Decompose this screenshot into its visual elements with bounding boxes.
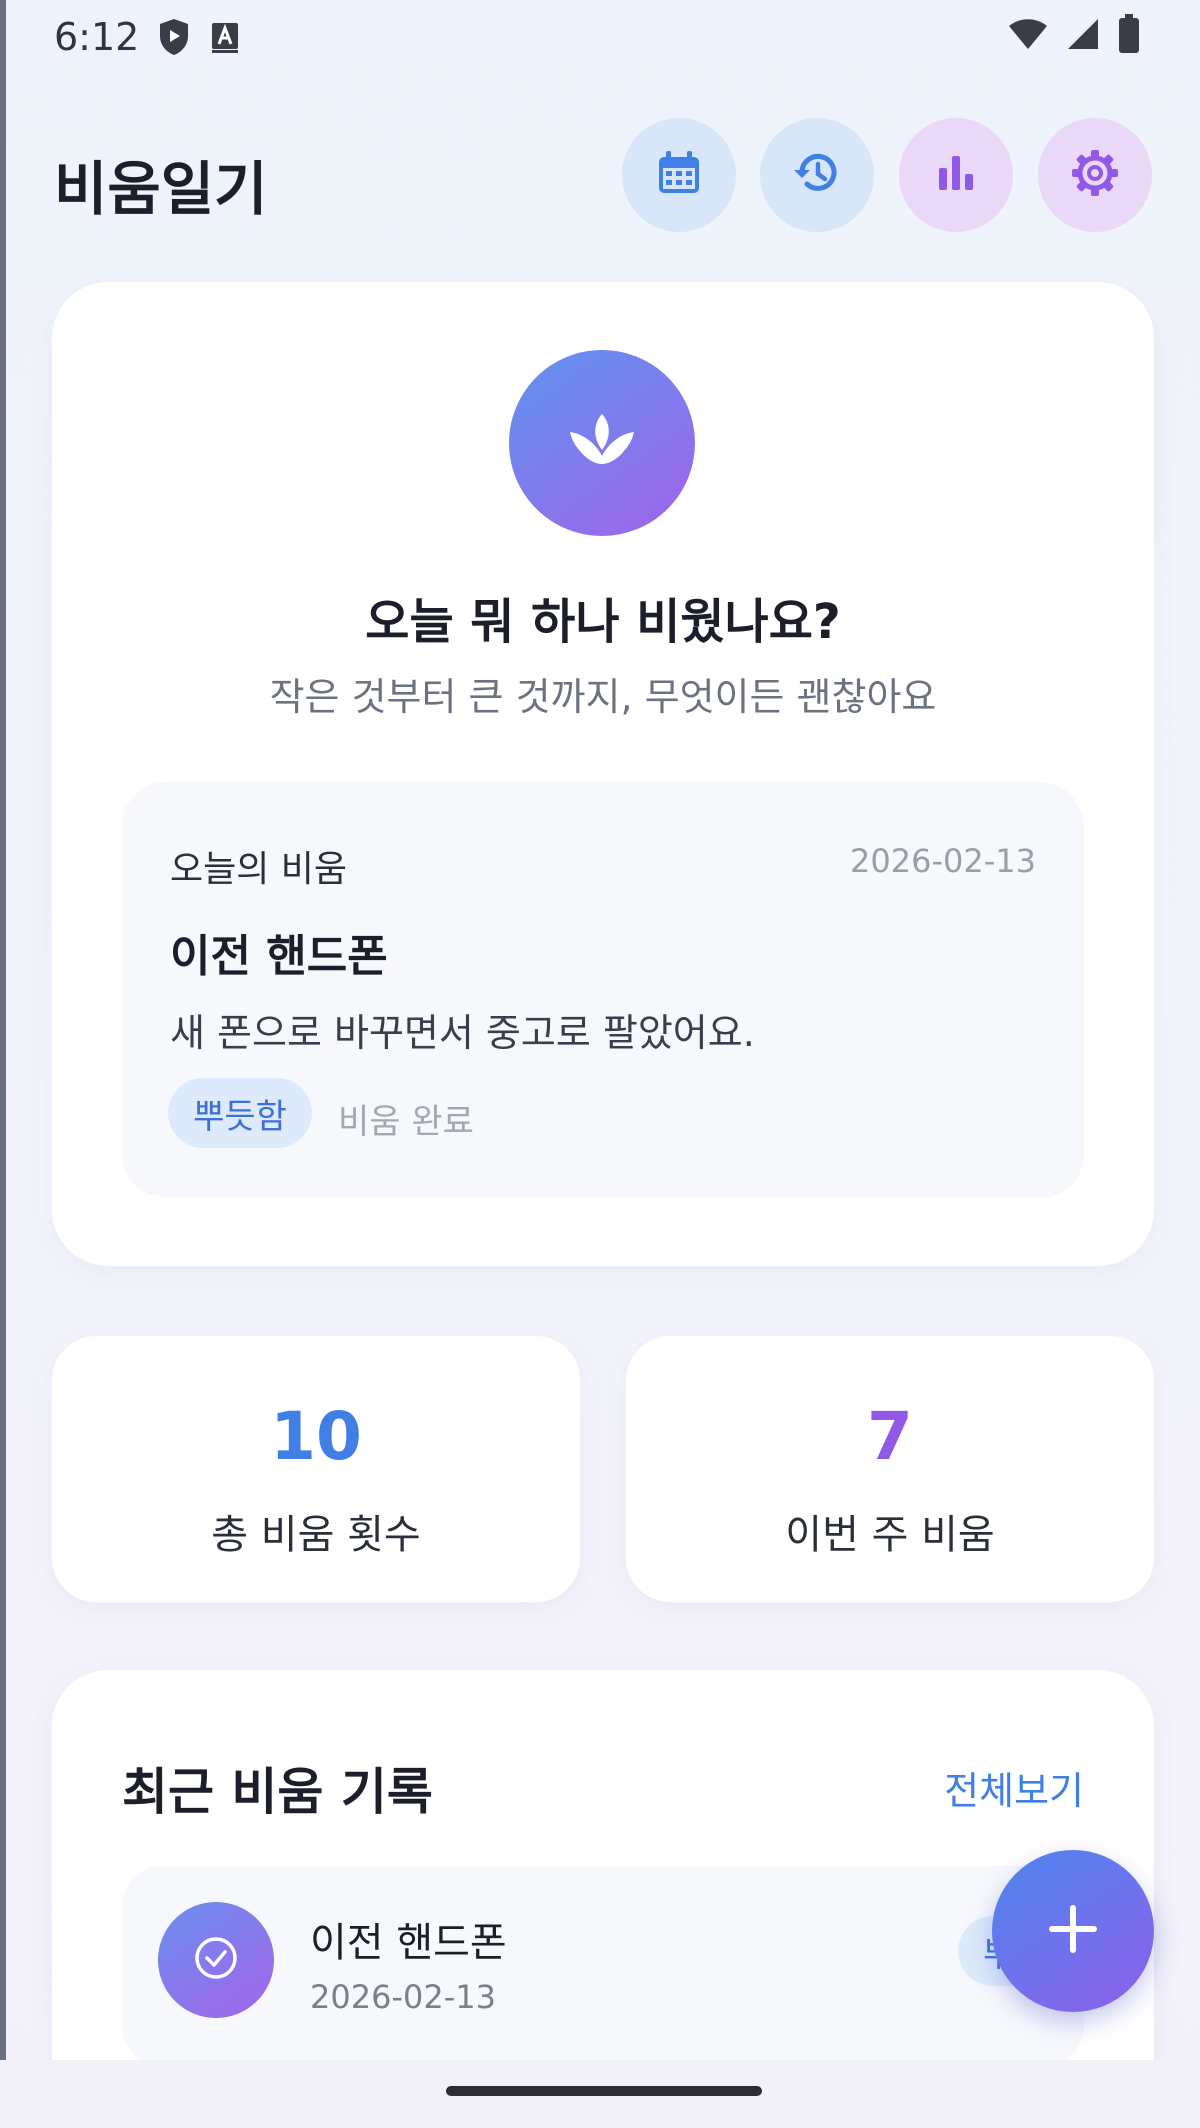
status-icons (1008, 14, 1140, 58)
wifi-icon (1008, 17, 1048, 55)
stat-week-label: 이번 주 비움 (785, 1512, 995, 1558)
shield-play-icon (157, 17, 191, 57)
emotion-tag: 뿌듯함 (168, 1078, 312, 1148)
today-date: 2026-02-13 (850, 842, 1036, 880)
hero-subtitle: 작은 것부터 큰 것까지, 무엇이든 괜찮아요 (269, 675, 937, 719)
today-entry-card[interactable]: 오늘의 비움 2026-02-13 이전 핸드폰 새 폰으로 바꾸면서 중고로 … (122, 782, 1084, 1198)
status-time: 6:12 (54, 15, 140, 59)
hero-question: 오늘 뭐 하나 비웠나요? (365, 594, 841, 650)
stat-week-card: 7 이번 주 비움 (626, 1336, 1154, 1602)
view-all-link[interactable]: 전체보기 (944, 1760, 1084, 1815)
stats-button[interactable] (899, 118, 1013, 232)
stat-week-value: 7 (867, 1398, 913, 1475)
today-title: 이전 핸드폰 (170, 931, 388, 982)
signal-icon (1066, 17, 1100, 55)
settings-button[interactable] (1038, 118, 1152, 232)
today-hero-card: 오늘 뭐 하나 비웠나요? 작은 것부터 큰 것까지, 무엇이든 괜찮아요 오늘… (52, 282, 1154, 1266)
hero-icon-circle (509, 350, 695, 536)
app-title: 비움일기 (54, 155, 268, 223)
keyboard-a-icon (209, 20, 241, 54)
settings-icon (1068, 146, 1122, 204)
today-description: 새 폰으로 바꾸면서 중고로 팔았어요. (170, 1011, 755, 1055)
item-date: 2026-02-13 (310, 1978, 496, 2016)
today-label: 오늘의 비움 (170, 849, 348, 890)
window-edge (0, 0, 6, 2128)
plus-icon (1045, 1901, 1101, 1961)
stat-total-card: 10 총 비움 횟수 (52, 1336, 580, 1602)
today-status: 비움 완료 (338, 1102, 474, 1142)
sprout-icon (562, 406, 642, 480)
item-title: 이전 핸드폰 (310, 1920, 507, 1966)
calendar-button[interactable] (622, 118, 736, 232)
add-entry-button[interactable] (992, 1850, 1154, 2012)
bar-chart-icon (933, 150, 979, 200)
history-button[interactable] (760, 118, 874, 232)
list-item[interactable]: 이전 핸드폰 2026-02-13 뿌듯함 (122, 1866, 1102, 2066)
stat-total-value: 10 (270, 1398, 362, 1475)
status-bar: 6:12 (54, 12, 241, 62)
stat-total-label: 총 비움 횟수 (211, 1512, 421, 1558)
history-icon (790, 146, 844, 204)
check-circle-icon (193, 1935, 239, 1985)
calendar-icon (654, 148, 704, 202)
battery-icon (1118, 14, 1140, 58)
recent-title: 최근 비움 기록 (122, 1763, 433, 1821)
item-icon-circle (158, 1902, 274, 2018)
home-indicator[interactable] (446, 2086, 762, 2096)
